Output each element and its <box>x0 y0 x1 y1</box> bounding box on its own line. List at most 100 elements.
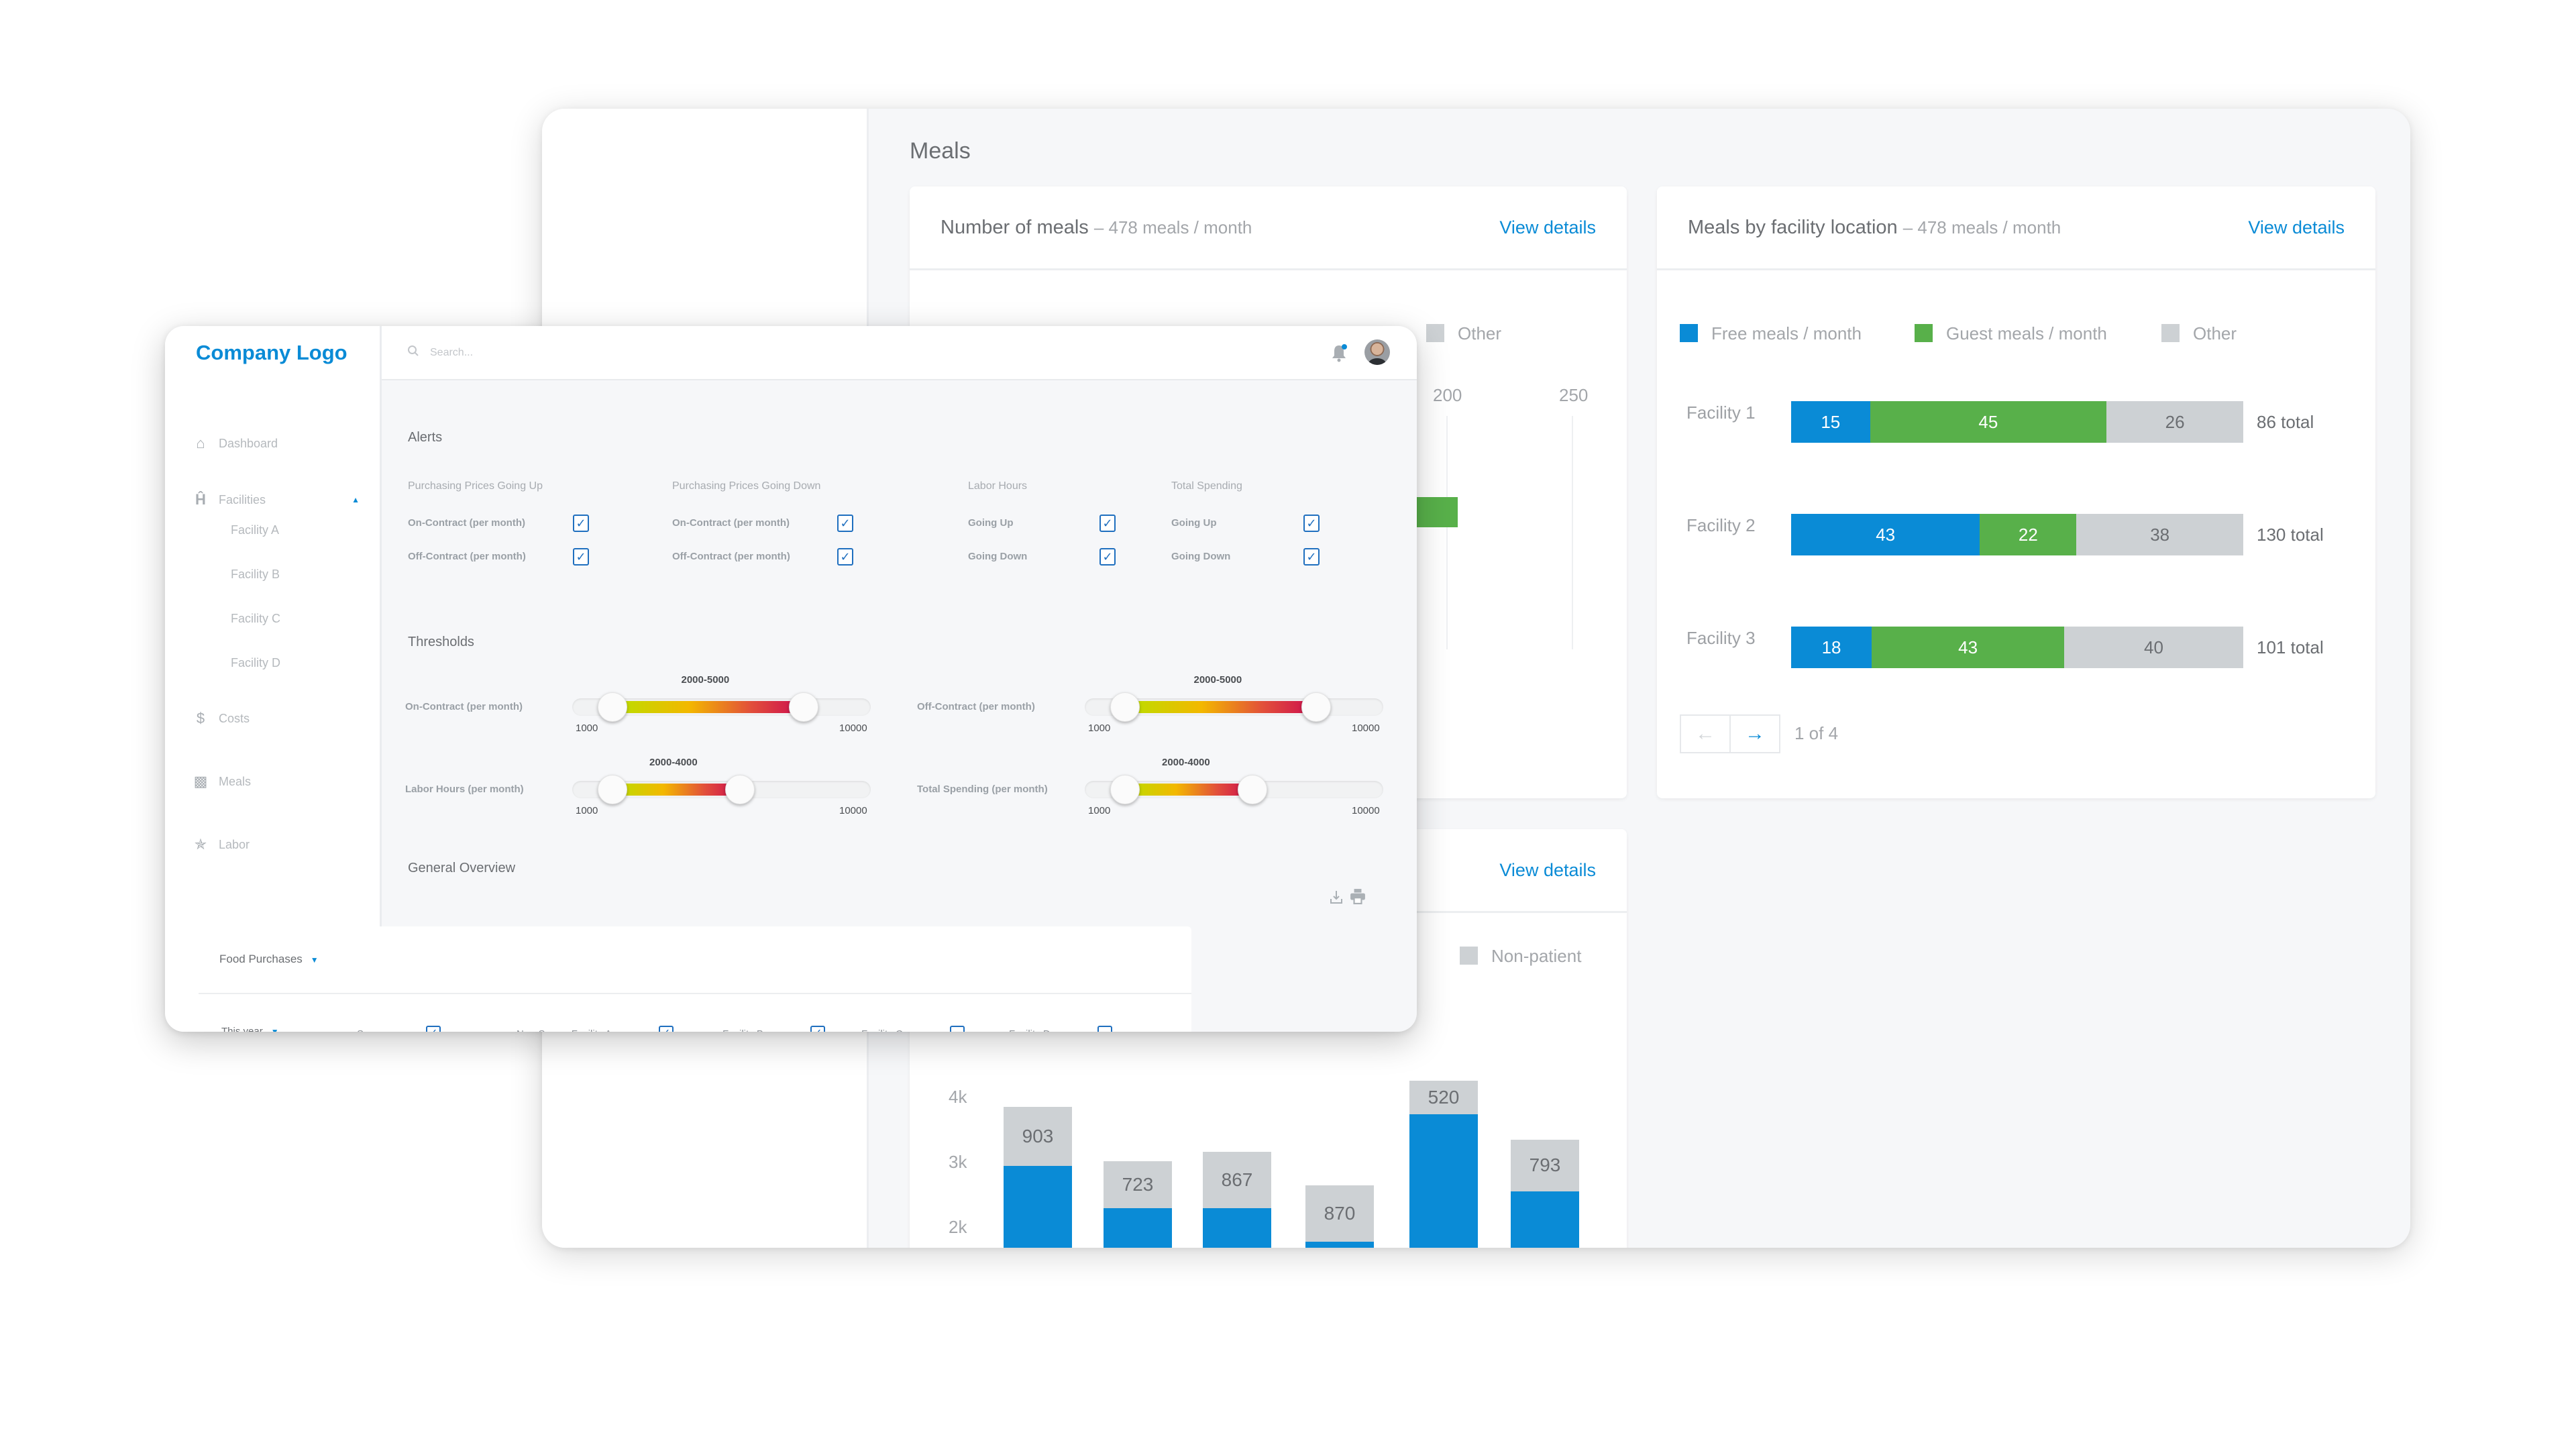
nav-facility-d[interactable]: Facility D <box>231 656 280 670</box>
column-segment-bottom <box>1104 1208 1172 1248</box>
alert-option-label: Off-Contract (per month) <box>408 551 526 562</box>
x-tick-250: 250 <box>1559 385 1589 405</box>
filter-label: Sysco <box>357 1028 384 1032</box>
alert-checkbox[interactable]: ✓ <box>1303 548 1320 566</box>
gridline <box>1446 416 1448 649</box>
slider-handle-low[interactable] <box>1110 692 1140 722</box>
bell-icon[interactable] <box>1328 342 1350 364</box>
slider-handle-low[interactable] <box>598 775 627 804</box>
download-icon[interactable] <box>1330 890 1343 904</box>
threshold-max-label: 10000 <box>839 722 867 734</box>
bar-segment: 26 <box>2106 401 2243 443</box>
slider-handle-high[interactable] <box>789 692 818 722</box>
period-dropdown[interactable]: This year ▼ <box>221 1026 279 1032</box>
bar-total-label: 86 total <box>2257 412 2314 432</box>
alert-option-label: Going Up <box>968 517 1014 529</box>
nav-facility-b[interactable]: Facility B <box>231 568 280 582</box>
dropdown-label: Food Purchases <box>219 953 303 965</box>
threshold-range-fill <box>612 784 740 796</box>
nav-labor[interactable]: ✯ Labor <box>192 836 250 853</box>
card-subtitle: – 478 meals / month <box>1093 217 1252 237</box>
bar-category-label: Facility 2 <box>1686 515 1756 535</box>
bar-segment: 22 <box>1980 514 2077 555</box>
card-title: Meals by facility location – 478 meals / … <box>1688 217 2061 239</box>
slider-handle-low[interactable] <box>1110 775 1140 804</box>
alert-checkbox[interactable]: ✓ <box>837 515 853 532</box>
legend-label: Guest meals / month <box>1946 323 2107 343</box>
nav-facility-a[interactable]: Facility A <box>231 523 279 537</box>
slider-handle-high[interactable] <box>725 775 755 804</box>
arrow-right-icon[interactable]: → <box>1729 716 1779 752</box>
alert-checkbox[interactable]: ✓ <box>1099 515 1116 532</box>
top-header <box>382 326 1417 380</box>
stacked-bar: 43 22 38 <box>1791 514 2243 555</box>
filter-checkbox[interactable]: ✓ <box>658 1026 674 1032</box>
alert-option-label: On-Contract (per month) <box>672 517 790 529</box>
threshold-min-label: 1000 <box>576 722 598 734</box>
chevron-up-icon[interactable]: ▲ <box>352 495 360 504</box>
alerts-title: Alerts <box>408 430 443 445</box>
alert-option-label: Going Down <box>1171 551 1231 562</box>
bar-segment: 43 <box>1872 627 2065 668</box>
user-avatar[interactable] <box>1364 339 1390 365</box>
column-segment-top: 870 <box>1305 1185 1374 1242</box>
legend-other: Other <box>1426 323 1501 344</box>
nav-facility-c[interactable]: Facility C <box>231 612 280 626</box>
series-filter: Sysco ●●●● ✓ <box>357 1026 441 1032</box>
nav-meals[interactable]: ▩ Meals <box>192 773 251 790</box>
dotted-line-swatch: ●●●● <box>390 1028 418 1032</box>
arrow-left-icon[interactable]: ← <box>1681 716 1729 752</box>
legend-swatch <box>2161 324 2180 342</box>
alert-checkbox[interactable]: ✓ <box>573 515 589 532</box>
threshold-range-label: 2000-4000 <box>1162 757 1210 768</box>
building-icon: Ĥ <box>195 491 206 508</box>
overview-card-header: Food Purchases ▼ <box>199 926 1191 994</box>
threshold-label: Total Spending (per month) <box>917 784 1048 795</box>
legend-label: Free meals / month <box>1711 323 1862 343</box>
alert-option-label: Going Up <box>1171 517 1217 529</box>
card-meals-by-facility: Meals by facility location – 478 meals / … <box>1657 186 2375 798</box>
threshold-slider-track[interactable] <box>1085 692 1383 722</box>
filter-checkbox[interactable] <box>1097 1026 1112 1032</box>
slider-handle-low[interactable] <box>598 692 627 722</box>
stacked-bar: 18 43 40 <box>1791 627 2243 668</box>
threshold-range-fill <box>612 701 804 713</box>
slider-handle-high[interactable] <box>1301 692 1331 722</box>
filter-checkbox[interactable] <box>949 1026 965 1032</box>
view-details-link[interactable]: View details <box>1499 217 1596 238</box>
threshold-range-label: 2000-5000 <box>681 674 730 686</box>
alert-checkbox[interactable]: ✓ <box>573 548 589 566</box>
print-icon[interactable] <box>1350 888 1366 904</box>
threshold-slider-track[interactable] <box>572 692 871 722</box>
bar-category-label: Facility 3 <box>1686 628 1756 648</box>
filter-label: Non-Sysco: Facility A <box>517 1028 612 1032</box>
alert-checkbox[interactable]: ✓ <box>837 548 853 566</box>
legend-swatch <box>1680 324 1698 342</box>
filter-checkbox[interactable]: ✓ <box>425 1026 441 1032</box>
caret-down-icon: ▼ <box>310 955 319 965</box>
nav-facilities[interactable]: Ĥ Facilities ▲ <box>192 491 360 508</box>
alert-group-title: Purchasing Prices Going Down <box>672 480 821 492</box>
card-header: Number of meals – 478 meals / month View … <box>910 186 1627 270</box>
search-input[interactable] <box>407 339 810 366</box>
filter-checkbox[interactable]: ✓ <box>810 1026 825 1032</box>
food-purchases-dropdown[interactable]: Food Purchases ▼ <box>219 953 319 966</box>
threshold-slider-track[interactable] <box>1085 775 1383 804</box>
stacked-column: 793 <box>1511 829 1579 1248</box>
alert-checkbox[interactable]: ✓ <box>1099 548 1116 566</box>
column-segment-top: 903 <box>1004 1107 1072 1166</box>
company-logo[interactable]: Company Logo <box>196 341 347 365</box>
threshold-slider-track[interactable] <box>572 775 871 804</box>
nav-costs[interactable]: $ Costs <box>192 710 250 727</box>
filter-label: Facility D <box>1009 1028 1051 1032</box>
y-tick-label: 3k <box>949 1152 967 1172</box>
alert-checkbox[interactable]: ✓ <box>1303 515 1320 532</box>
thresholds-title: Thresholds <box>408 635 474 649</box>
slider-handle-high[interactable] <box>1238 775 1267 804</box>
threshold-max-label: 10000 <box>1352 805 1380 816</box>
view-details-link[interactable]: View details <box>2248 217 2345 238</box>
nav-dashboard[interactable]: ⌂ Dashboard <box>192 435 278 452</box>
card-title: Number of meals – 478 meals / month <box>941 217 1252 239</box>
series-filter: Non-Sysco: Facility A ✓ <box>517 1026 674 1032</box>
y-tick-label: 2k <box>949 1217 967 1237</box>
